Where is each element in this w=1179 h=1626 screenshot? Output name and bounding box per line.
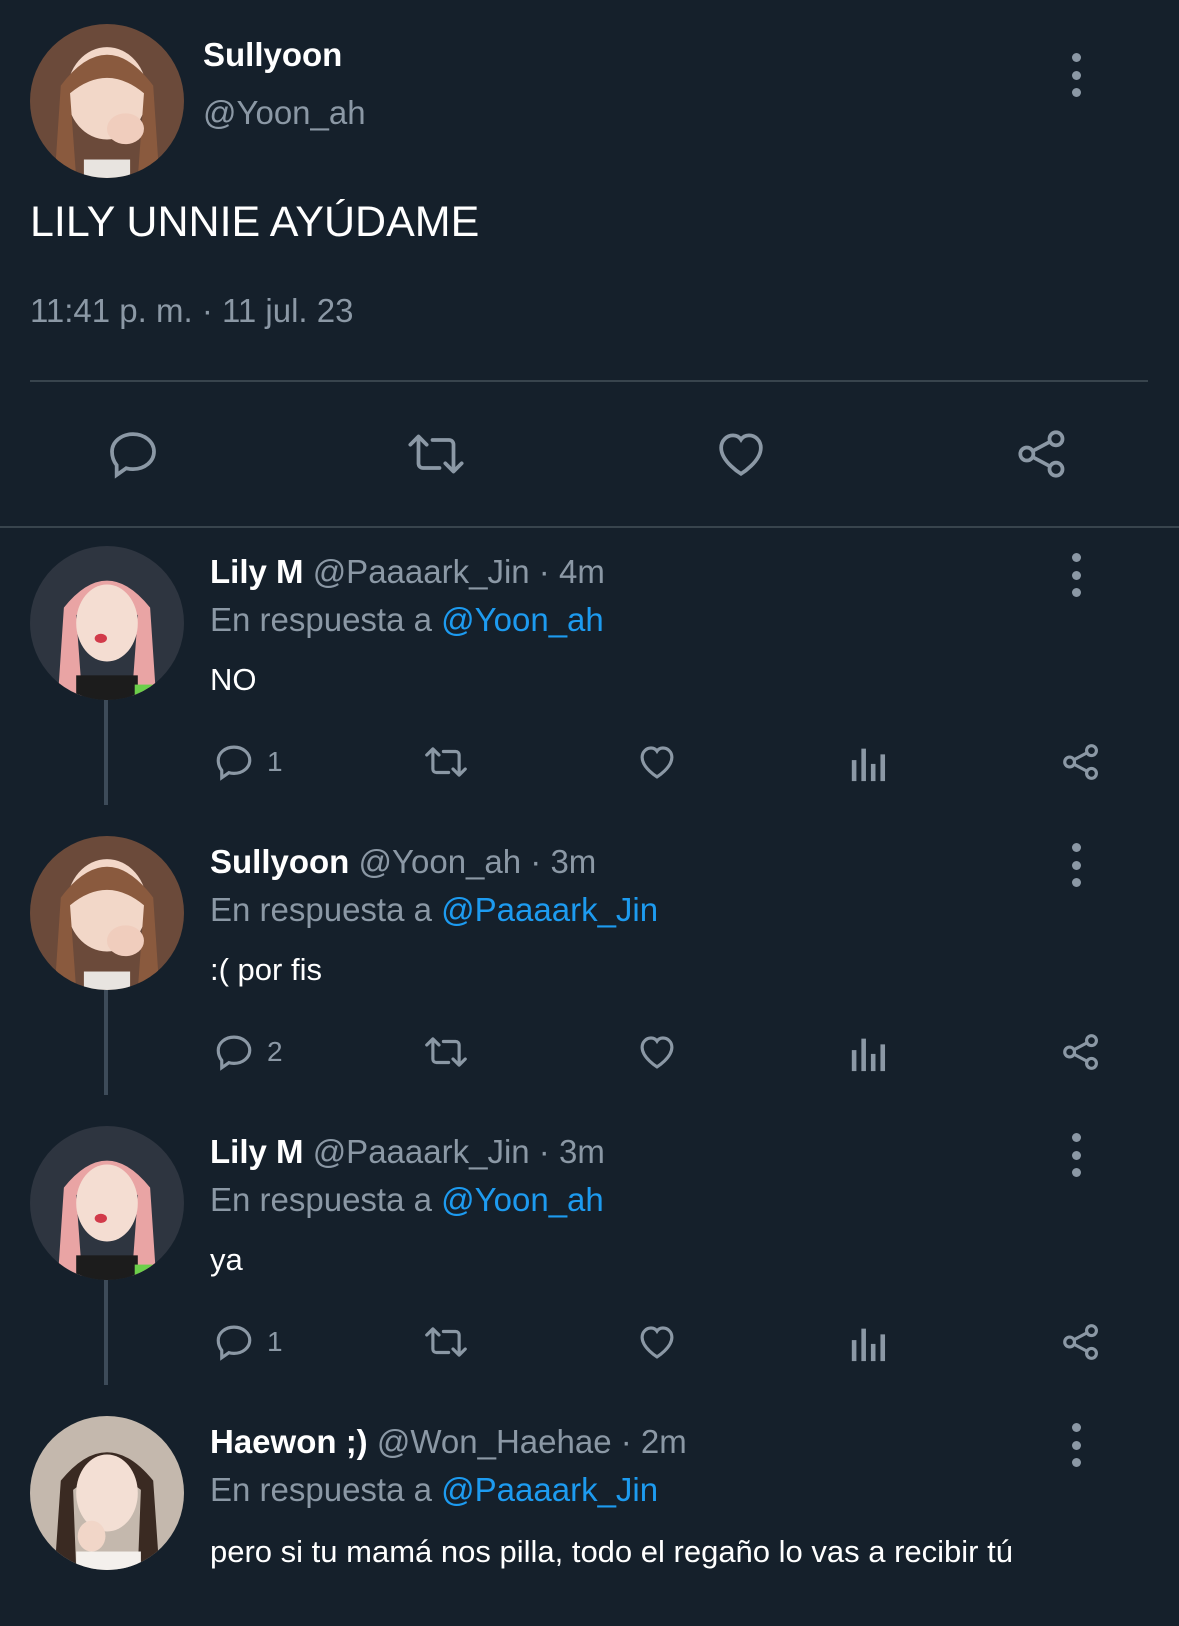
reply-to-link[interactable]: @Paaaark_Jin — [441, 891, 658, 928]
reply-to-link[interactable]: @Yoon_ah — [441, 601, 604, 638]
reply-count: 2 — [267, 1036, 283, 1067]
divider — [0, 526, 1179, 528]
avatar-lily[interactable] — [30, 1126, 184, 1280]
like-button[interactable] — [635, 741, 679, 788]
reply-prefix: En respuesta a — [210, 1181, 432, 1218]
thread-line — [104, 1280, 108, 1385]
reply-text: NO — [210, 662, 257, 697]
reply-text: pero si tu mamá nos pilla, todo el regañ… — [210, 1534, 1013, 1569]
tweet-timestamp: 11:41 p. m. · 11 jul. 23 — [30, 292, 354, 329]
author-name[interactable]: Sullyoon — [203, 36, 342, 74]
reply-to-link[interactable]: @Yoon_ah — [441, 1181, 604, 1218]
views-button[interactable] — [849, 1031, 889, 1078]
like-button[interactable] — [712, 426, 770, 487]
more-options-icon[interactable] — [1061, 53, 1091, 97]
reply-author-name[interactable]: Lily M — [210, 1133, 304, 1170]
author-handle[interactable]: @Yoon_ah — [203, 94, 366, 132]
reply-meta[interactable]: @Won_Haehae · 2m — [377, 1423, 687, 1460]
reply-to-link[interactable]: @Paaaark_Jin — [441, 1471, 658, 1508]
avatar-sullyoon[interactable] — [30, 24, 184, 178]
retweet-icon — [425, 747, 467, 777]
retweet-button[interactable] — [422, 741, 470, 788]
divider — [30, 380, 1148, 382]
reply-text: :( por fis — [210, 952, 322, 987]
reply-button[interactable]: 2 — [213, 1031, 283, 1073]
reply-icon — [216, 745, 252, 781]
reply-author-name[interactable]: Lily M — [210, 553, 304, 590]
reply-text: ya — [210, 1242, 243, 1277]
share-icon — [1063, 1034, 1098, 1070]
reply-count: 1 — [267, 746, 283, 777]
avatar-lily[interactable] — [30, 546, 184, 700]
share-button[interactable] — [1060, 1031, 1102, 1078]
share-button[interactable] — [1060, 741, 1102, 788]
retweet-button[interactable] — [422, 1031, 470, 1078]
reply-author-name[interactable]: Haewon ;) — [210, 1423, 368, 1460]
like-icon — [640, 1326, 674, 1359]
retweet-icon — [408, 434, 464, 474]
reply-prefix: En respuesta a — [210, 891, 432, 928]
avatar-haewon[interactable] — [30, 1416, 184, 1570]
like-button[interactable] — [635, 1031, 679, 1078]
retweet-button[interactable] — [422, 1321, 470, 1368]
views-icon — [851, 1328, 886, 1362]
reply-author-name[interactable]: Sullyoon — [210, 843, 349, 880]
thread-line — [104, 700, 108, 805]
share-icon — [1018, 430, 1065, 478]
reply-icon — [110, 432, 156, 479]
retweet-button[interactable] — [404, 426, 468, 487]
tweet-text: LILY UNNIE AYÚDAME — [30, 198, 480, 246]
reply-button[interactable]: 1 — [213, 741, 283, 783]
share-button[interactable] — [1014, 426, 1070, 487]
reply-icon — [216, 1035, 252, 1071]
like-icon — [640, 746, 674, 779]
reply-button[interactable] — [105, 426, 161, 487]
thread-line — [104, 990, 108, 1095]
share-icon — [1063, 1324, 1098, 1360]
reply-button[interactable]: 1 — [213, 1321, 283, 1363]
views-icon — [851, 748, 886, 782]
retweet-icon — [425, 1037, 467, 1067]
more-options-icon[interactable] — [1061, 1133, 1091, 1177]
share-button[interactable] — [1060, 1321, 1102, 1368]
reply-prefix: En respuesta a — [210, 601, 432, 638]
like-icon — [719, 433, 763, 477]
reply-meta[interactable]: @Paaaark_Jin · 4m — [313, 553, 605, 590]
avatar-sullyoon[interactable] — [30, 836, 184, 990]
like-icon — [640, 1036, 674, 1069]
share-icon — [1063, 744, 1098, 780]
retweet-icon — [425, 1327, 467, 1357]
views-button[interactable] — [849, 741, 889, 788]
reply-icon — [216, 1325, 252, 1361]
more-options-icon[interactable] — [1061, 553, 1091, 597]
more-options-icon[interactable] — [1061, 843, 1091, 887]
more-options-icon[interactable] — [1061, 1423, 1091, 1467]
views-icon — [851, 1038, 886, 1072]
reply-meta[interactable]: @Paaaark_Jin · 3m — [313, 1133, 605, 1170]
like-button[interactable] — [635, 1321, 679, 1368]
reply-meta[interactable]: @Yoon_ah · 3m — [359, 843, 597, 880]
reply-count: 1 — [267, 1326, 283, 1357]
reply-prefix: En respuesta a — [210, 1471, 432, 1508]
views-button[interactable] — [849, 1321, 889, 1368]
